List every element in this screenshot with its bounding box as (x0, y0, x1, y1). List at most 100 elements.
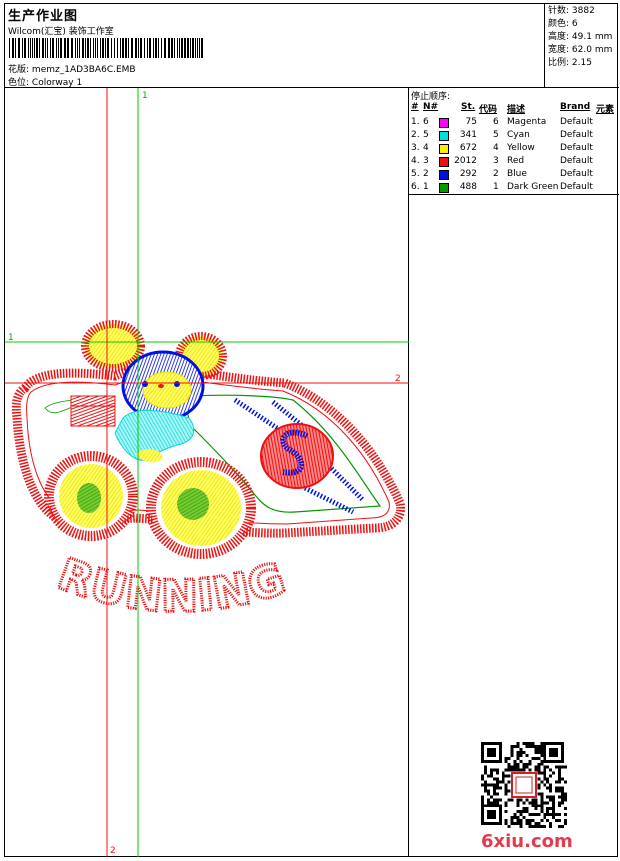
qr-module (534, 825, 538, 828)
artwork-text-span: RUNNING (51, 549, 292, 623)
barcode-bar (58, 38, 59, 58)
qr-module (564, 798, 567, 802)
qr-module (507, 762, 511, 766)
qr-module (525, 807, 529, 811)
qr-module (537, 756, 541, 760)
qr-module (486, 789, 490, 793)
qr-module (531, 825, 535, 828)
qr-module (540, 747, 544, 751)
front-wheel (146, 457, 256, 559)
barcode-bar (111, 38, 112, 58)
barcode-bar (122, 38, 124, 58)
qr-module (519, 813, 523, 817)
qr-module (504, 810, 508, 814)
qr-module (513, 768, 517, 772)
qr-module (507, 798, 511, 802)
qr-module (558, 819, 562, 823)
table-row: 1. 6 75 6 Magenta Default (411, 117, 593, 128)
barcode-bar (9, 38, 10, 58)
guide-label-v1: 1 (142, 91, 148, 101)
qr-module (522, 750, 526, 754)
barcode-bar (75, 38, 76, 58)
qr-finder (486, 747, 496, 757)
qr-module (525, 742, 529, 745)
barcode-bar (32, 38, 33, 58)
rear-wheel (44, 451, 138, 541)
qr-module (555, 765, 559, 769)
qr-module (492, 801, 496, 805)
qr-module (540, 819, 544, 823)
barcode-bar (67, 38, 69, 58)
qr-module (525, 765, 529, 769)
qr-module (564, 792, 567, 796)
qr-module (558, 774, 562, 778)
qr-module (522, 762, 526, 766)
qr-module (558, 804, 562, 808)
qr-module (561, 765, 565, 769)
table-row: 3. 4 672 4 Yellow Default (411, 143, 593, 154)
qr-module (561, 798, 565, 802)
qr-module (564, 813, 567, 817)
color-swatch (439, 183, 449, 193)
stat-colors: 颜色: 6 (548, 19, 578, 29)
qr-module (507, 780, 511, 784)
qr-module (534, 744, 538, 748)
barcode-bar (197, 38, 198, 58)
qr-module (558, 813, 562, 817)
qr-module (519, 819, 523, 823)
qr-module (486, 801, 490, 805)
stat-height: 高度: 49.1 mm (548, 32, 613, 42)
qr-module (481, 801, 484, 805)
qr-module (549, 822, 553, 826)
qr-module (537, 813, 541, 817)
qr-module (504, 756, 508, 760)
col-header-stop: # (411, 102, 419, 112)
qr-module (546, 807, 550, 811)
qr-module (489, 771, 493, 775)
qr-module (489, 795, 493, 799)
qr-module (519, 822, 523, 826)
studio-name: Wilcom(汇宝) 装饰工作室 (8, 27, 114, 37)
design-preview: RUNNING 1 2 1 2 (5, 88, 409, 857)
qr-module (537, 804, 541, 808)
qr-module (510, 798, 514, 802)
qr-module (561, 801, 565, 805)
guide-label-v2: 2 (110, 846, 116, 856)
qr-module (528, 762, 532, 766)
qr-module (528, 744, 532, 748)
barcode-bar (120, 38, 121, 58)
qr-module (534, 804, 538, 808)
qr-module (510, 819, 514, 823)
qr-module (543, 768, 547, 772)
qr-module (540, 753, 544, 757)
qr-module (558, 789, 562, 793)
barcode-bar (12, 38, 14, 58)
qr-module (552, 807, 556, 811)
qr-module (543, 816, 547, 820)
page-title: 生产作业图 (8, 9, 79, 24)
qr-module (543, 765, 547, 769)
qr-module (543, 774, 547, 778)
stat-scale: 比例: 2.15 (548, 58, 592, 68)
qr-module (540, 804, 544, 808)
qr-module (519, 768, 523, 772)
barcode-bar (184, 38, 186, 58)
qr-module (486, 798, 490, 802)
qr-module (537, 825, 541, 828)
barcode-bar (199, 38, 200, 58)
qr-module (510, 750, 514, 754)
barcode-bar (100, 38, 101, 58)
qr-module (531, 819, 535, 823)
qr-module (540, 750, 544, 754)
qr-module (522, 801, 526, 805)
qr-module (516, 801, 520, 805)
qr-module (483, 786, 487, 790)
barcode-bar (135, 38, 137, 58)
qr-module (516, 822, 520, 826)
qr-module (486, 792, 490, 796)
qr-module (483, 768, 487, 772)
qr-module (528, 813, 532, 817)
barcode-bar (125, 38, 127, 58)
header-info: 生产作业图 Wilcom(汇宝) 装饰工作室 花版: memz_1AD3BA6C… (5, 4, 545, 88)
color-swatch (439, 157, 449, 167)
